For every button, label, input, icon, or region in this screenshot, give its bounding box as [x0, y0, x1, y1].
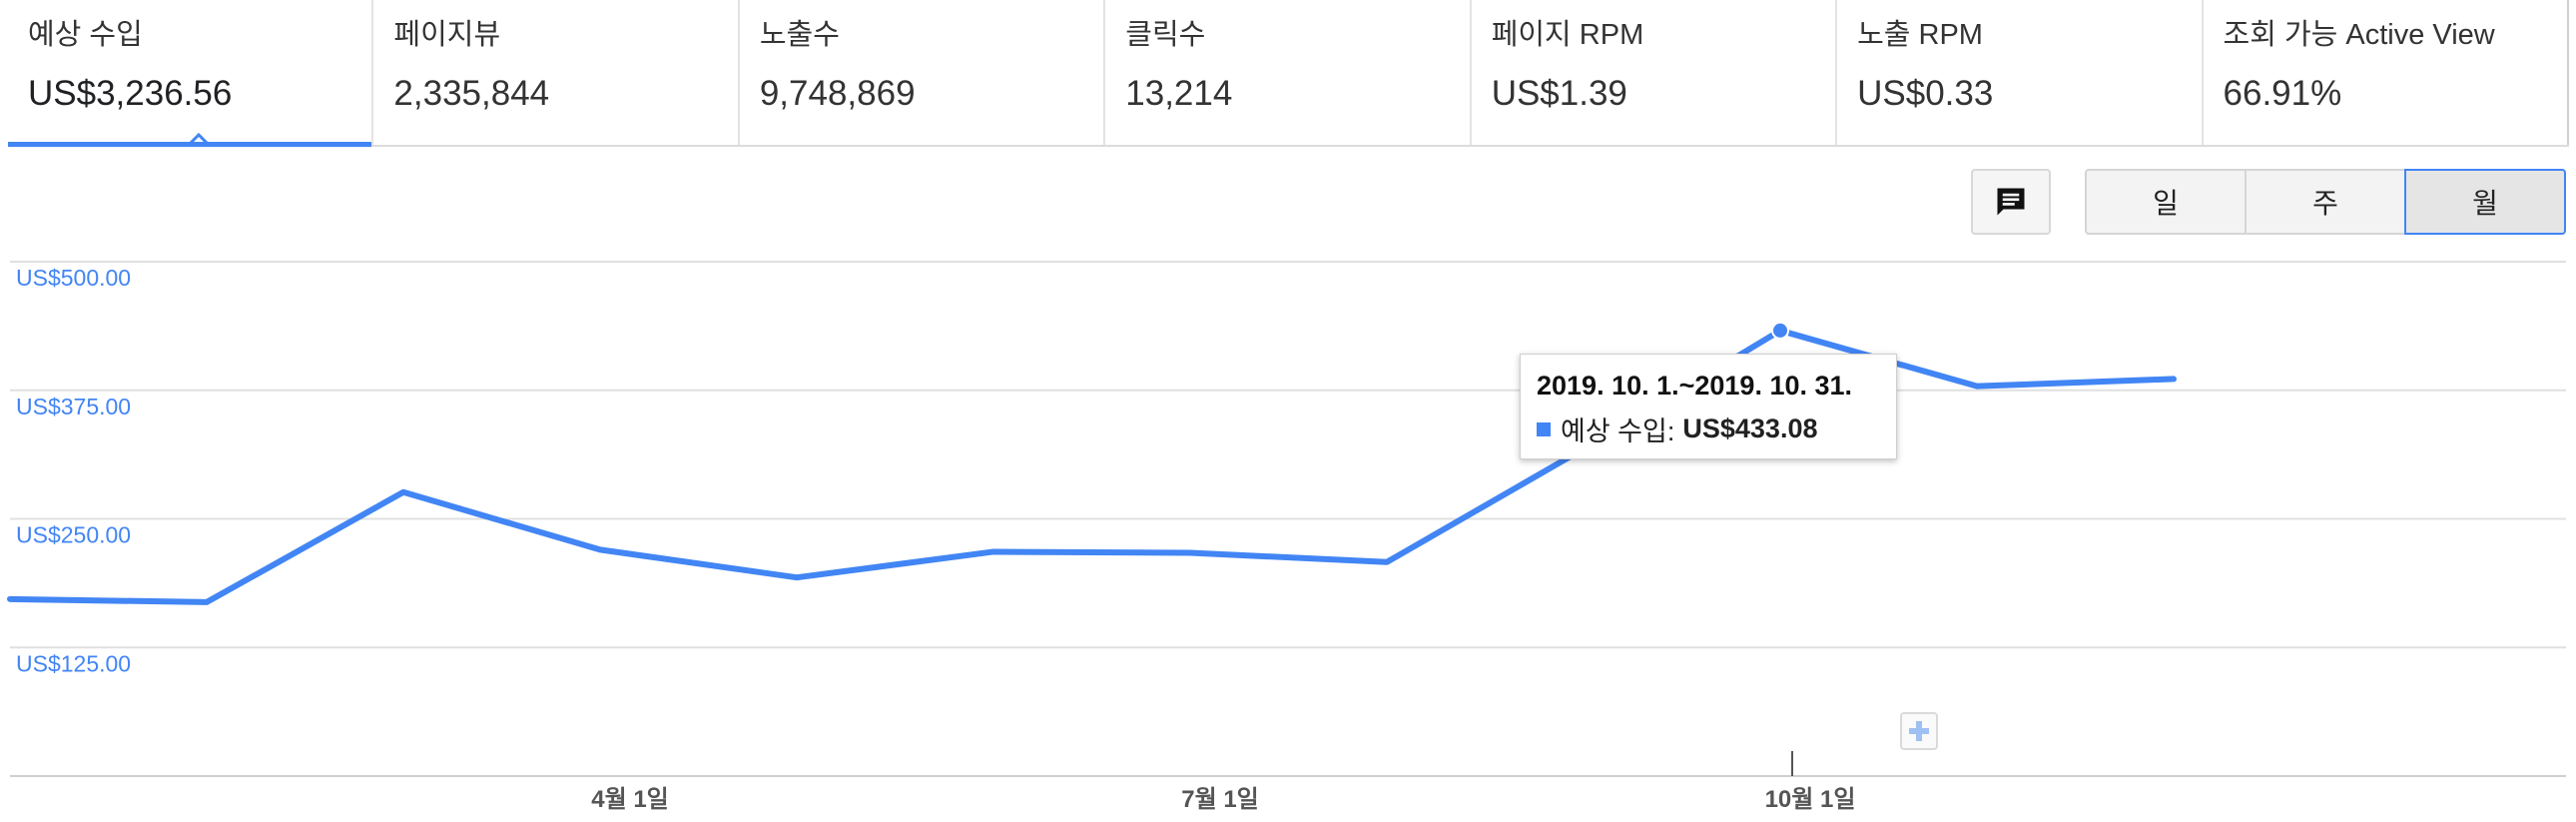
earnings-line-chart: US$125.00 US$250.00 US$375.00 US$500.00 4월 1… — [7, 261, 2566, 813]
granularity-month-button[interactable]: 월 — [2404, 169, 2566, 235]
annotation-button[interactable] — [1971, 169, 2051, 235]
x-tick-label: 4월 1일 — [591, 786, 669, 813]
series-swatch — [1537, 421, 1551, 436]
granularity-toggle: 일 주 월 — [2085, 169, 2566, 235]
x-tick-label: 10월 1일 — [1765, 786, 1856, 813]
tooltip-series-row: 예상 수입: US$433.08 — [1537, 410, 1896, 448]
granularity-week-button[interactable]: 주 — [2245, 169, 2406, 235]
y-tick-label: US$375.00 — [16, 394, 131, 419]
plus-icon — [1909, 721, 1929, 741]
y-tick-label: US$250.00 — [16, 522, 131, 548]
tooltip-date-range: 2019. 10. 1.~2019. 10. 31. — [1537, 371, 1853, 401]
chart-tooltip: 2019. 10. 1.~2019. 10. 31. 예상 수입: US$433… — [1520, 354, 1897, 459]
highlighted-data-point — [1771, 321, 1789, 340]
tooltip-value: US$433.08 — [1682, 413, 1818, 443]
y-tick-label: US$125.00 — [16, 650, 131, 676]
comment-icon — [1997, 188, 2025, 216]
y-tick-label: US$500.00 — [16, 265, 131, 291]
x-tick-label: 7월 1일 — [1181, 786, 1259, 813]
tooltip-series-label: 예상 수입: — [1561, 416, 1675, 446]
granularity-day-button[interactable]: 일 — [2085, 169, 2247, 235]
add-annotation-button[interactable] — [1900, 712, 1938, 750]
